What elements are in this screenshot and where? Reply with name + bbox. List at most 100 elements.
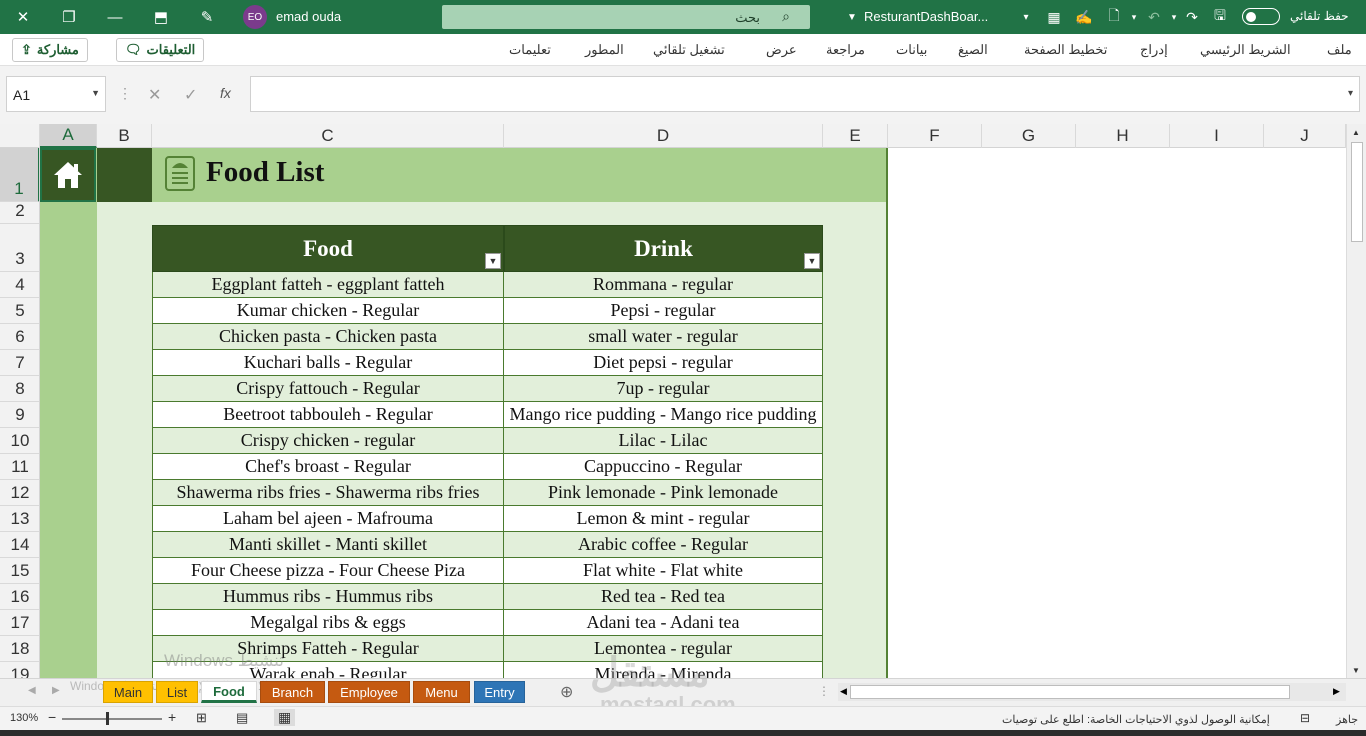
save-icon[interactable]: 🖫 [1210,7,1230,27]
scroll-thumb[interactable] [1351,142,1363,242]
share-button[interactable]: ⇪ مشاركة [12,38,88,62]
food-header[interactable]: Food ▼ [152,225,504,272]
scroll-down-icon[interactable]: ▼ [1352,666,1360,675]
food-cell[interactable]: Beetroot tabbouleh - Regular [152,402,504,428]
new-file-icon[interactable]: 🗋 [1104,7,1124,27]
tab-file[interactable]: ملف [1327,42,1352,58]
customize-toolbar-icon[interactable]: ▾ [1016,7,1036,27]
drink-cell[interactable]: Diet pepsi - regular [503,350,823,376]
insert-function-icon[interactable]: fx [220,85,231,101]
row-header[interactable]: 10 [0,428,39,454]
page-layout-view-icon[interactable]: ▤ [236,710,248,726]
avatar[interactable]: EO [243,5,267,29]
food-cell[interactable]: Megalgal ribs & eggs [152,610,504,636]
row-header[interactable]: 14 [0,532,39,558]
tab-review[interactable]: مراجعة [826,42,865,58]
drink-cell[interactable]: Flat white - Flat white [503,558,823,584]
row-header[interactable]: 6 [0,324,39,350]
minimize-icon[interactable]: — [92,0,138,34]
food-cell[interactable]: Four Cheese pizza - Four Cheese Piza [152,558,504,584]
undo-dropdown-icon[interactable]: ▾ [1164,7,1184,27]
column-header[interactable]: F [888,124,982,148]
next-sheet-icon[interactable]: ▶ [52,685,60,696]
restore-icon[interactable]: ❐ [46,0,92,34]
row-header[interactable]: 11 [0,454,39,480]
row-header[interactable]: 15 [0,558,39,584]
chevron-down-icon[interactable]: ▼ [91,88,100,98]
sheet-tab-menu[interactable]: Menu [413,681,470,703]
zoom-slider-thumb[interactable] [106,712,109,725]
column-header[interactable]: E [823,124,888,148]
column-header[interactable]: C [152,124,504,148]
food-cell[interactable]: Manti skillet - Manti skillet [152,532,504,558]
filter-dropdown-icon[interactable]: ▼ [804,253,820,269]
tab-data[interactable]: بيانات [896,42,927,58]
column-header[interactable]: J [1264,124,1346,148]
row-header[interactable]: 1 [0,148,39,202]
row-header[interactable]: 19 [0,662,39,678]
home-button[interactable] [40,148,96,202]
drink-cell[interactable]: Cappuccino - Regular [503,454,823,480]
tab-help[interactable]: تعليمات [509,42,551,58]
tab-insert[interactable]: إدراج [1140,42,1168,58]
normal-view-icon[interactable]: ▦ [274,709,296,726]
accessibility-status[interactable]: إمكانية الوصول لذوي الاحتياجات الخاصة: ا… [1002,713,1270,726]
column-header[interactable]: G [982,124,1076,148]
food-cell[interactable]: Chicken pasta - Chicken pasta [152,324,504,350]
food-cell[interactable]: Chef's broast - Regular [152,454,504,480]
cancel-icon[interactable]: ✕ [148,85,161,105]
redo-icon[interactable]: ↷ [1182,7,1202,27]
sheet-tab-food[interactable]: Food [201,681,257,703]
drink-cell[interactable]: Pink lemonade - Pink lemonade [503,480,823,506]
new-file-dropdown-icon[interactable]: ▾ [1124,7,1144,27]
page-break-view-icon[interactable]: ⊞ [196,710,207,726]
row-header[interactable]: 3 [0,224,39,272]
row-header[interactable]: 18 [0,636,39,662]
row-header[interactable]: 8 [0,376,39,402]
food-cell[interactable]: Shawerma ribs fries - Shawerma ribs frie… [152,480,504,506]
undo-icon[interactable]: ↶ [1144,7,1164,27]
pen-icon[interactable]: ✎ [184,0,230,34]
food-cell[interactable]: Kumar chicken - Regular [152,298,504,324]
sheet-tab-entry[interactable]: Entry [474,681,525,703]
horizontal-scrollbar[interactable]: ◀ ▶ [838,683,1346,701]
drink-cell[interactable]: Pepsi - regular [503,298,823,324]
form-icon[interactable]: ▦ [1044,7,1064,27]
tab-page-layout[interactable]: تخطيط الصفحة [1024,42,1107,58]
expand-formula-icon[interactable]: ▾ [1348,88,1353,99]
select-all-corner[interactable] [0,124,40,148]
row-header[interactable]: 12 [0,480,39,506]
column-header[interactable]: H [1076,124,1170,148]
row-header[interactable]: 4 [0,272,39,298]
worksheet[interactable]: Food List Food ▼ Drink ▼ Eggplant fatteh… [40,148,1345,678]
user-name[interactable]: emad ouda [276,9,341,24]
row-header[interactable]: 9 [0,402,39,428]
zoom-out-icon[interactable]: − [48,709,56,725]
sheet-tab-list[interactable]: List [156,681,198,703]
food-cell[interactable]: Eggplant fatteh - eggplant fatteh [152,272,504,298]
chevron-down-icon[interactable]: ▼ [842,7,862,27]
column-header[interactable]: I [1170,124,1264,148]
row-header[interactable]: 17 [0,610,39,636]
tab-automate[interactable]: تشغيل تلقائي [653,42,725,58]
drink-cell[interactable]: Lemon & mint - regular [503,506,823,532]
tab-developer[interactable]: المطور [585,42,624,58]
drink-cell[interactable]: Lilac - Lilac [503,428,823,454]
macro-record-icon[interactable]: ⊟ [1300,711,1310,725]
drink-cell[interactable]: Mango rice pudding - Mango rice pudding [503,402,823,428]
food-cell[interactable]: Hummus ribs - Hummus ribs [152,584,504,610]
row-header[interactable]: 13 [0,506,39,532]
search-box[interactable]: بحث ⌕ [442,5,810,29]
column-header[interactable]: A [40,124,97,148]
scroll-up-icon[interactable]: ▲ [1352,128,1360,137]
name-box[interactable]: A1 ▼ [6,76,106,112]
formula-input[interactable]: ▾ [250,76,1360,112]
row-header[interactable]: 5 [0,298,39,324]
ribbon-display-icon[interactable]: ⬒ [138,0,184,34]
food-cell[interactable]: Laham bel ajeen - Mafrouma [152,506,504,532]
drink-cell[interactable]: 7up - regular [503,376,823,402]
file-name[interactable]: ResturantDashBoar... [864,9,988,24]
autosave-toggle[interactable] [1242,8,1280,25]
comments-button[interactable]: 🗨 التعليقات [116,38,205,62]
drink-cell[interactable]: Red tea - Red tea [503,584,823,610]
